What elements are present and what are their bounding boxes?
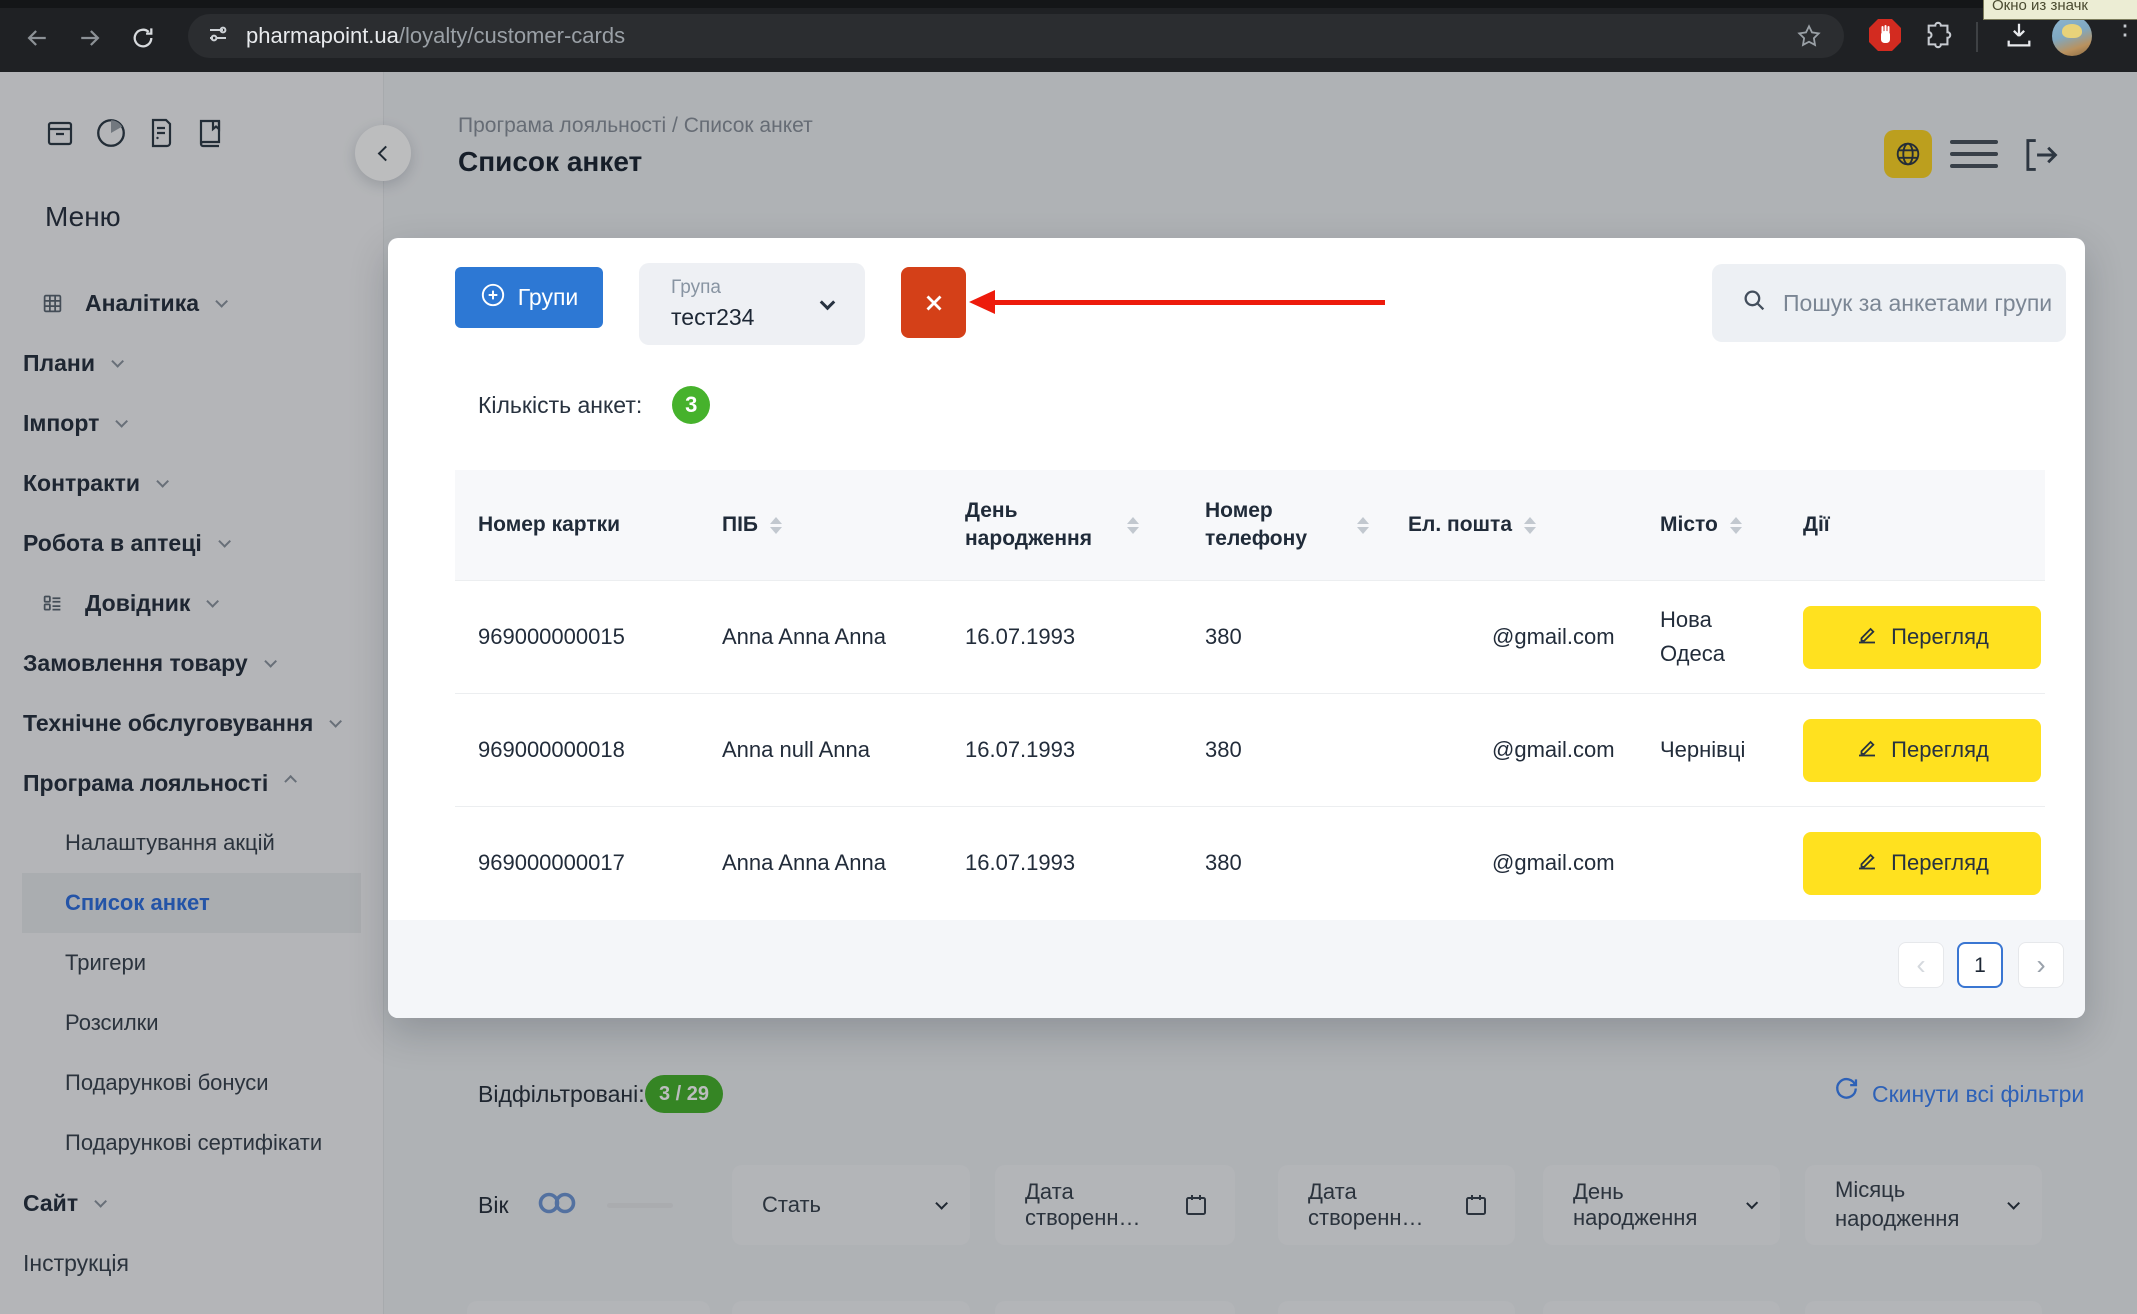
edit-pen-icon bbox=[1855, 848, 1879, 878]
browser-menu-icon[interactable]: ⋮ bbox=[2112, 20, 2122, 31]
pagination-bar: ‹ 1 › bbox=[388, 920, 2085, 1018]
browser-back-icon[interactable] bbox=[23, 24, 51, 52]
card-count-row: Кількість анкет: 3 bbox=[478, 386, 710, 424]
close-icon bbox=[921, 290, 947, 316]
screenshot-stage: pharmapoint.ua/loyalty/customer-cards ⋮ … bbox=[0, 0, 2137, 1314]
sort-icon[interactable] bbox=[1524, 517, 1536, 534]
pagination-page-1[interactable]: 1 bbox=[1957, 942, 2003, 988]
col-email[interactable]: Ел. пошта bbox=[1385, 513, 1637, 537]
browser-chrome: pharmapoint.ua/loyalty/customer-cards ⋮ … bbox=[0, 0, 2137, 72]
cell-email: @gmail.com bbox=[1385, 737, 1637, 763]
view-button[interactable]: Перегляд bbox=[1803, 719, 2041, 782]
browser-address-bar[interactable]: pharmapoint.ua/loyalty/customer-cards bbox=[188, 14, 1844, 58]
browser-forward-icon[interactable] bbox=[76, 24, 104, 52]
col-city[interactable]: Місто bbox=[1637, 513, 1780, 537]
clear-group-button[interactable] bbox=[901, 267, 966, 338]
cell-city: Чернівці bbox=[1637, 733, 1780, 767]
cell-card-number: 969000000015 bbox=[455, 624, 699, 650]
view-button-label: Перегляд bbox=[1891, 850, 1989, 876]
cell-phone: 380 bbox=[1182, 850, 1385, 876]
cell-name: Anna Anna Anna bbox=[699, 850, 942, 876]
browser-profile-avatar[interactable] bbox=[2052, 16, 2092, 56]
app-page: Меню Аналітика Плани Імпорт bbox=[0, 72, 2137, 1314]
bookmark-star-icon[interactable] bbox=[1796, 23, 1822, 54]
group-search[interactable] bbox=[1712, 264, 2066, 342]
cards-table: Номер картки ПІБ День народження Номер т… bbox=[455, 470, 2045, 919]
os-tooltip: Окно из значк bbox=[1983, 0, 2137, 20]
col-actions: Дії bbox=[1780, 513, 2045, 537]
annotation-arrow-head bbox=[969, 290, 995, 314]
card-count-badge: 3 bbox=[672, 386, 710, 424]
cell-birthday: 16.07.1993 bbox=[942, 624, 1182, 650]
cell-card-number: 969000000017 bbox=[455, 850, 699, 876]
col-name[interactable]: ПІБ bbox=[699, 513, 942, 537]
table-row: 969000000018 Anna null Anna 16.07.1993 3… bbox=[455, 693, 2045, 806]
cell-birthday: 16.07.1993 bbox=[942, 737, 1182, 763]
search-input[interactable] bbox=[1781, 289, 2081, 318]
search-icon bbox=[1742, 288, 1767, 318]
table-header-row: Номер картки ПІБ День народження Номер т… bbox=[455, 470, 2045, 580]
groups-button[interactable]: Групи bbox=[455, 267, 603, 328]
url-text: pharmapoint.ua/loyalty/customer-cards bbox=[246, 23, 625, 49]
cell-phone: 380 bbox=[1182, 624, 1385, 650]
downloads-icon[interactable] bbox=[2004, 20, 2034, 55]
cell-phone: 380 bbox=[1182, 737, 1385, 763]
cell-name: Anna Anna Anna bbox=[699, 624, 942, 650]
cell-birthday: 16.07.1993 bbox=[942, 850, 1182, 876]
extensions-puzzle-icon[interactable] bbox=[1924, 20, 1954, 55]
view-button-label: Перегляд bbox=[1891, 624, 1989, 650]
view-button[interactable]: Перегляд bbox=[1803, 606, 2041, 669]
cell-city: Нова Одеса bbox=[1637, 603, 1780, 671]
cell-email: @gmail.com bbox=[1385, 624, 1637, 650]
edit-pen-icon bbox=[1855, 735, 1879, 765]
sort-icon[interactable] bbox=[770, 517, 782, 534]
sort-icon[interactable] bbox=[1730, 517, 1742, 534]
edit-pen-icon bbox=[1855, 622, 1879, 652]
cell-name: Anna null Anna bbox=[699, 737, 942, 763]
col-phone[interactable]: Номер телефону bbox=[1182, 497, 1385, 554]
cell-email: @gmail.com bbox=[1385, 850, 1637, 876]
annotation-arrow-line bbox=[993, 300, 1385, 305]
group-select-label: Група bbox=[671, 277, 865, 299]
cell-card-number: 969000000018 bbox=[455, 737, 699, 763]
sort-icon[interactable] bbox=[1127, 517, 1139, 534]
table-row: 969000000017 Anna Anna Anna 16.07.1993 3… bbox=[455, 806, 2045, 919]
circle-plus-icon bbox=[480, 282, 506, 314]
view-button-label: Перегляд bbox=[1891, 737, 1989, 763]
group-select[interactable]: Група тест234 bbox=[639, 263, 865, 345]
sort-icon[interactable] bbox=[1357, 517, 1369, 534]
view-button[interactable]: Перегляд bbox=[1803, 832, 2041, 895]
pagination-next-button[interactable]: › bbox=[2018, 942, 2064, 988]
col-card-number: Номер картки bbox=[455, 513, 699, 537]
card-count-label: Кількість анкет: bbox=[478, 392, 642, 419]
site-settings-icon[interactable] bbox=[206, 22, 230, 51]
group-select-value: тест234 bbox=[671, 304, 865, 331]
browser-reload-icon[interactable] bbox=[129, 24, 157, 52]
adblock-icon[interactable] bbox=[1866, 16, 1904, 59]
table-row: 969000000015 Anna Anna Anna 16.07.1993 3… bbox=[455, 580, 2045, 693]
chrome-separator bbox=[1976, 22, 1978, 52]
pagination-prev-button[interactable]: ‹ bbox=[1898, 942, 1944, 988]
col-birthday[interactable]: День народження bbox=[942, 497, 1182, 554]
card-list-panel: Групи Група тест234 Кількість анкет: 3 bbox=[388, 238, 2085, 1018]
groups-button-label: Групи bbox=[518, 284, 579, 311]
